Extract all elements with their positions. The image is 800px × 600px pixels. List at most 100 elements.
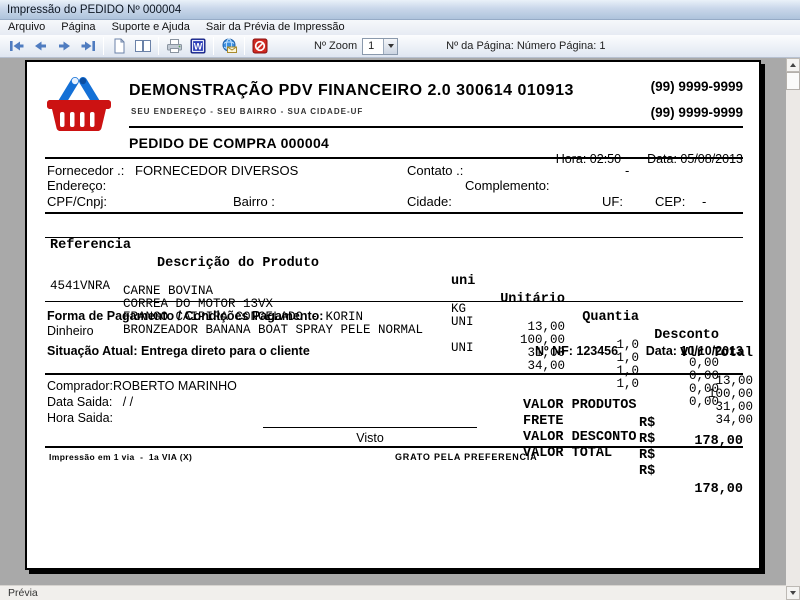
- nf-date: Data: 10/10/2013: [646, 344, 743, 358]
- last-page-button[interactable]: [76, 36, 100, 56]
- last-page-icon: [80, 39, 97, 53]
- cell-uni: UNI: [451, 315, 474, 329]
- cell-uni: UNI: [451, 341, 474, 355]
- previous-page-icon: [32, 39, 49, 53]
- scroll-down-button[interactable]: [786, 586, 800, 600]
- export-word-button[interactable]: W: [186, 36, 210, 56]
- bairro-label: Bairro :: [233, 194, 275, 209]
- contato-label: Contato .:: [407, 163, 463, 178]
- cidade-label: Cidade:: [407, 194, 452, 209]
- first-page-button[interactable]: [4, 36, 28, 56]
- menu-sair-previa[interactable]: Sair da Prévia de Impressão: [198, 20, 353, 35]
- fornecedor-value: FORNECEDOR DIVERSOS: [135, 163, 298, 178]
- divider: [45, 301, 743, 302]
- window-titlebar[interactable]: Impressão do PEDIDO Nº 000004: [0, 0, 800, 20]
- uf-label: UF:: [602, 194, 623, 209]
- order-time: Hora: 02:50: [556, 152, 621, 166]
- status-text: Prévia: [8, 587, 38, 599]
- menu-bar: Arquivo Página Suporte e Ajuda Sair da P…: [0, 20, 800, 35]
- total-row: VALOR PRODUTOS R$ 178,00: [27, 380, 759, 394]
- close-preview-button[interactable]: [248, 36, 272, 56]
- chevron-down-icon: [388, 44, 394, 48]
- print-button[interactable]: [162, 36, 186, 56]
- cell-quantia: 1,0: [616, 364, 639, 378]
- table-row: 4541VNRA CORREA DO MOTOR 13VX UNI 100,00…: [27, 261, 759, 274]
- table-row: FRANGO CAIPIRA CONGELADO - KORIN 31,00 1…: [27, 274, 759, 287]
- svg-text:W: W: [194, 41, 203, 51]
- single-page-view-button[interactable]: [107, 36, 131, 56]
- toolbar-separator: [213, 37, 214, 55]
- toolbar-separator: [103, 37, 104, 55]
- order-datetime: Hora: 02:50 Data: 05/08/2013: [535, 138, 743, 180]
- divider: [45, 157, 743, 159]
- order-title: PEDIDO DE COMPRA 000004: [129, 135, 329, 151]
- basket-logo-icon: [43, 72, 115, 134]
- next-page-button[interactable]: [52, 36, 76, 56]
- payment-value: Dinheiro: [47, 324, 94, 338]
- nf-number: Nº NF: 123456: [535, 344, 618, 358]
- cpf-cnpj-label: CPF/Cnpj:: [47, 194, 107, 209]
- company-title: DEMONSTRAÇÃO PDV FINANCEIRO 2.0 300614 0…: [129, 82, 574, 100]
- next-page-icon: [56, 39, 73, 53]
- send-email-icon: [220, 38, 238, 54]
- previous-page-button[interactable]: [28, 36, 52, 56]
- visto-label: Visto: [263, 431, 477, 445]
- export-word-icon: W: [190, 38, 206, 54]
- company-phone-1: (99) 9999-9999: [651, 79, 743, 94]
- send-email-button[interactable]: [217, 36, 241, 56]
- endereco-label: Endereço:: [47, 178, 106, 193]
- status-bar: Prévia: [0, 585, 786, 600]
- company-address: SEU ENDEREÇO - SEU BAIRRO - SUA CIDADE-U…: [131, 107, 363, 116]
- arrow-up-icon: [790, 63, 796, 67]
- close-preview-icon: [252, 38, 268, 54]
- cell-desconto: 0,00: [689, 356, 719, 370]
- toolbar-separator: [158, 37, 159, 55]
- table-row: BRONZEADOR BANANA BOAT SPRAY PELE NORMAL…: [27, 287, 759, 300]
- toolbar-separator: [244, 37, 245, 55]
- payment-label: Forma de Pagamento / Condições Pagamento…: [47, 309, 323, 323]
- menu-pagina[interactable]: Página: [53, 20, 103, 35]
- table-header: Referencia Descrição do Produto uni Unit…: [27, 220, 759, 234]
- divider: [45, 373, 743, 375]
- complemento-label: Complemento:: [465, 178, 550, 193]
- arrow-down-icon: [790, 591, 796, 595]
- divider: [45, 237, 743, 238]
- signature-line: [263, 414, 477, 428]
- menu-arquivo[interactable]: Arquivo: [0, 20, 53, 35]
- scrollbar-thumb[interactable]: [786, 72, 800, 90]
- table-row: CARNE BOVINA KG 13,00 1,0 0,00 13,00: [27, 248, 759, 261]
- print-via-note: Impressão em 1 via - 1a VIA (X): [49, 452, 192, 462]
- single-page-icon: [111, 38, 127, 54]
- currency-symbol: R$: [639, 448, 655, 463]
- cell-quantia: 1,0: [616, 351, 639, 365]
- zoom-dropdown-button[interactable]: [383, 39, 397, 54]
- zoom-label: Nº Zoom: [314, 40, 357, 52]
- thanks-note: GRATO PELA PREFERENCIA: [395, 452, 537, 462]
- cell-quantia: 1,0: [616, 338, 639, 352]
- divider: [45, 212, 743, 214]
- print-icon: [166, 38, 183, 54]
- cep-value: -: [702, 194, 706, 209]
- vertical-scrollbar[interactable]: [786, 58, 800, 600]
- cell-descricao: BRONZEADOR BANANA BOAT SPRAY PELE NORMAL: [123, 323, 423, 337]
- cep-label: CEP:: [655, 194, 685, 209]
- currency-symbol: R$: [639, 464, 655, 479]
- window-title: Impressão do PEDIDO Nº 000004: [7, 4, 181, 16]
- order-date: Data: 05/08/2013: [647, 152, 743, 166]
- toolbar: W Nº Zoom 1 Nº da Página: Número Página:…: [0, 35, 800, 58]
- cell-uni: KG: [451, 302, 466, 316]
- two-pages-icon: [134, 38, 152, 54]
- first-page-icon: [8, 39, 25, 53]
- page-number-info: Nº da Página: Número Página: 1: [446, 40, 605, 52]
- zoom-value: 1: [363, 40, 383, 52]
- two-pages-view-button[interactable]: [131, 36, 155, 56]
- col-quantia: Quantia: [582, 310, 639, 325]
- divider: [129, 126, 743, 128]
- menu-suporte-ajuda[interactable]: Suporte e Ajuda: [104, 20, 198, 35]
- total-value: 178,00: [694, 482, 743, 497]
- scroll-up-button[interactable]: [786, 58, 800, 72]
- contato-value: -: [625, 163, 629, 178]
- app-window: { "window": { "title": "Impressão do PED…: [0, 0, 800, 600]
- document-page: DEMONSTRAÇÃO PDV FINANCEIRO 2.0 300614 0…: [25, 60, 761, 570]
- zoom-select[interactable]: 1: [362, 38, 398, 55]
